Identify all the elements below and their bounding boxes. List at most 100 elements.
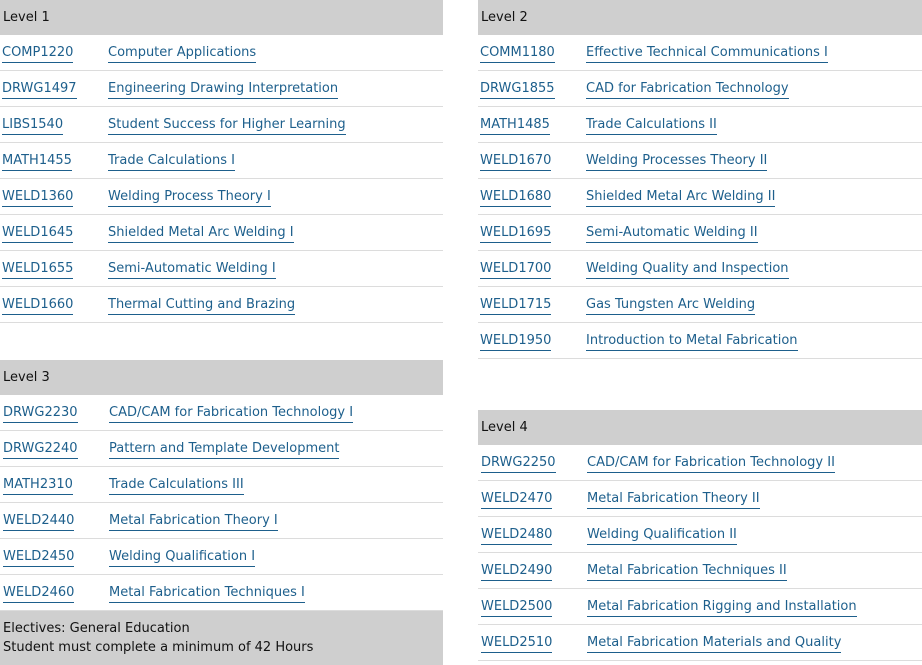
- course-code-link[interactable]: DRWG2240: [3, 441, 78, 459]
- course-code-link[interactable]: DRWG2230: [3, 405, 78, 423]
- course-name-link[interactable]: Effective Technical Communications I: [586, 45, 828, 63]
- electives-title: Electives: General Education: [3, 621, 190, 636]
- course-code-link[interactable]: WELD1645: [2, 225, 74, 243]
- course-row: WELD1715 Gas Tungsten Arc Welding: [478, 287, 922, 323]
- course-code-link[interactable]: WELD1715: [480, 297, 552, 315]
- course-name-link[interactable]: Metal Fabrication Theory I: [109, 513, 278, 531]
- course-row: WELD2460 Metal Fabrication Techniques I: [0, 575, 443, 611]
- course-code-link[interactable]: WELD1655: [2, 261, 74, 279]
- course-name-link[interactable]: Semi-Automatic Welding II: [586, 225, 758, 243]
- course-code-link[interactable]: WELD1950: [480, 333, 552, 351]
- course-name-link[interactable]: CAD for Fabrication Technology: [586, 81, 789, 99]
- course-row: LIBS1540 Student Success for Higher Learn…: [0, 107, 443, 143]
- course-name-link[interactable]: Trade Calculations I: [108, 153, 235, 171]
- course-code-link[interactable]: WELD2490: [481, 563, 553, 581]
- course-code-link[interactable]: WELD1680: [480, 189, 552, 207]
- course-code-link[interactable]: COMM1180: [480, 45, 555, 63]
- course-name-link[interactable]: Metal Fabrication Theory II: [587, 491, 760, 509]
- course-code-link[interactable]: DRWG1855: [480, 81, 555, 99]
- course-row: WELD2510 Metal Fabrication Materials and …: [478, 625, 922, 661]
- course-row: WELD1655 Semi-Automatic Welding I: [0, 251, 443, 287]
- course-row: WELD2450 Welding Qualification I: [0, 539, 443, 575]
- course-name-link[interactable]: Shielded Metal Arc Welding II: [586, 189, 776, 207]
- level-1-section: Level 1 COMP1220 Computer Applications DRW…: [0, 0, 443, 323]
- level-2-header: Level 2: [478, 0, 922, 35]
- course-row: WELD1645 Shielded Metal Arc Welding I: [0, 215, 443, 251]
- course-row: DRWG1855 CAD for Fabrication Technology: [478, 71, 922, 107]
- course-code-link[interactable]: DRWG1497: [2, 81, 77, 99]
- course-name-link[interactable]: CAD/CAM for Fabrication Technology II: [587, 455, 835, 473]
- course-name-link[interactable]: Gas Tungsten Arc Welding: [586, 297, 756, 315]
- course-row: WELD2500 Metal Fabrication Rigging and In…: [478, 589, 922, 625]
- course-row: WELD1695 Semi-Automatic Welding II: [478, 215, 922, 251]
- course-row: WELD1670 Welding Processes Theory II: [478, 143, 922, 179]
- course-name-link[interactable]: Welding Processes Theory II: [586, 153, 768, 171]
- level-1-header: Level 1: [0, 0, 443, 35]
- course-code-link[interactable]: WELD2510: [481, 635, 553, 653]
- course-name-link[interactable]: Introduction to Metal Fabrication: [586, 333, 798, 351]
- course-row: DRWG2250 CAD/CAM for Fabrication Technolo…: [478, 445, 922, 481]
- course-code-link[interactable]: WELD2440: [3, 513, 75, 531]
- course-row: DRWG2230 CAD/CAM for Fabrication Technolo…: [0, 395, 443, 431]
- course-code-link[interactable]: WELD2480: [481, 527, 553, 545]
- course-row: WELD2470 Metal Fabrication Theory II: [478, 481, 922, 517]
- course-name-link[interactable]: CAD/CAM for Fabrication Technology I: [109, 405, 354, 423]
- course-code-link[interactable]: WELD1670: [480, 153, 552, 171]
- course-row: WELD2490 Metal Fabrication Techniques II: [478, 553, 922, 589]
- course-row: WELD1950 Introduction to Metal Fabricatio…: [478, 323, 922, 359]
- course-code-link[interactable]: COMP1220: [2, 45, 74, 63]
- course-row: DRWG2240 Pattern and Template Development: [0, 431, 443, 467]
- electives-box: Electives: General Education Student mus…: [0, 611, 443, 665]
- course-row: MATH1455 Trade Calculations I: [0, 143, 443, 179]
- course-code-link[interactable]: MATH1485: [480, 117, 550, 135]
- level-3-course-list: DRWG2230 CAD/CAM for Fabrication Technolo…: [0, 395, 443, 611]
- course-name-link[interactable]: Trade Calculations II: [586, 117, 717, 135]
- course-code-link[interactable]: WELD2460: [3, 585, 75, 603]
- course-name-link[interactable]: Shielded Metal Arc Welding I: [108, 225, 294, 243]
- course-row: WELD1700 Welding Quality and Inspection: [478, 251, 922, 287]
- course-code-link[interactable]: MATH1455: [2, 153, 72, 171]
- course-code-link[interactable]: WELD2500: [481, 599, 553, 617]
- course-code-link[interactable]: DRWG2250: [481, 455, 556, 473]
- course-name-link[interactable]: Student Success for Higher Learning: [108, 117, 346, 135]
- course-name-link[interactable]: Pattern and Template Development: [109, 441, 340, 459]
- course-name-link[interactable]: Welding Quality and Inspection: [586, 261, 789, 279]
- course-code-link[interactable]: WELD2470: [481, 491, 553, 509]
- course-row: WELD1360 Welding Process Theory I: [0, 179, 443, 215]
- course-code-link[interactable]: WELD2450: [3, 549, 75, 567]
- level-4-header: Level 4: [478, 410, 922, 445]
- course-code-link[interactable]: MATH2310: [3, 477, 73, 495]
- course-code-link[interactable]: WELD1695: [480, 225, 552, 243]
- level-4-course-list: DRWG2250 CAD/CAM for Fabrication Technolo…: [478, 445, 922, 661]
- level-2-course-list: COMM1180 Effective Technical Communicatio…: [478, 35, 922, 359]
- course-row: MATH2310 Trade Calculations III: [0, 467, 443, 503]
- course-name-link[interactable]: Metal Fabrication Techniques I: [109, 585, 305, 603]
- course-code-link[interactable]: WELD1360: [2, 189, 74, 207]
- course-name-link[interactable]: Welding Process Theory I: [108, 189, 271, 207]
- course-name-link[interactable]: Semi-Automatic Welding I: [108, 261, 276, 279]
- electives-requirement: Student must complete a minimum of 42 Ho…: [3, 640, 314, 655]
- course-name-link[interactable]: Computer Applications: [108, 45, 257, 63]
- course-row: COMP1220 Computer Applications: [0, 35, 443, 71]
- level-3-header: Level 3: [0, 360, 443, 395]
- course-row: MATH1485 Trade Calculations II: [478, 107, 922, 143]
- course-name-link[interactable]: Thermal Cutting and Brazing: [108, 297, 296, 315]
- level-4-section: Level 4 DRWG2250 CAD/CAM for Fabrication …: [478, 410, 922, 661]
- course-name-link[interactable]: Welding Qualification I: [109, 549, 256, 567]
- course-row: WELD1660 Thermal Cutting and Brazing: [0, 287, 443, 323]
- course-code-link[interactable]: LIBS1540: [2, 117, 64, 135]
- level-2-section: Level 2 COMM1180 Effective Technical Comm…: [478, 0, 922, 359]
- level-3-section: Level 3 DRWG2230 CAD/CAM for Fabrication …: [0, 360, 443, 665]
- course-row: WELD2440 Metal Fabrication Theory I: [0, 503, 443, 539]
- course-row: DRWG1497 Engineering Drawing Interpretati…: [0, 71, 443, 107]
- course-code-link[interactable]: WELD1660: [2, 297, 74, 315]
- course-row: COMM1180 Effective Technical Communicatio…: [478, 35, 922, 71]
- course-name-link[interactable]: Trade Calculations III: [109, 477, 244, 495]
- course-name-link[interactable]: Metal Fabrication Techniques II: [587, 563, 787, 581]
- course-name-link[interactable]: Welding Qualification II: [587, 527, 737, 545]
- course-row: WELD2480 Welding Qualification II: [478, 517, 922, 553]
- course-name-link[interactable]: Metal Fabrication Materials and Quality: [587, 635, 842, 653]
- course-name-link[interactable]: Engineering Drawing Interpretation: [108, 81, 339, 99]
- course-name-link[interactable]: Metal Fabrication Rigging and Installati…: [587, 599, 857, 617]
- course-code-link[interactable]: WELD1700: [480, 261, 552, 279]
